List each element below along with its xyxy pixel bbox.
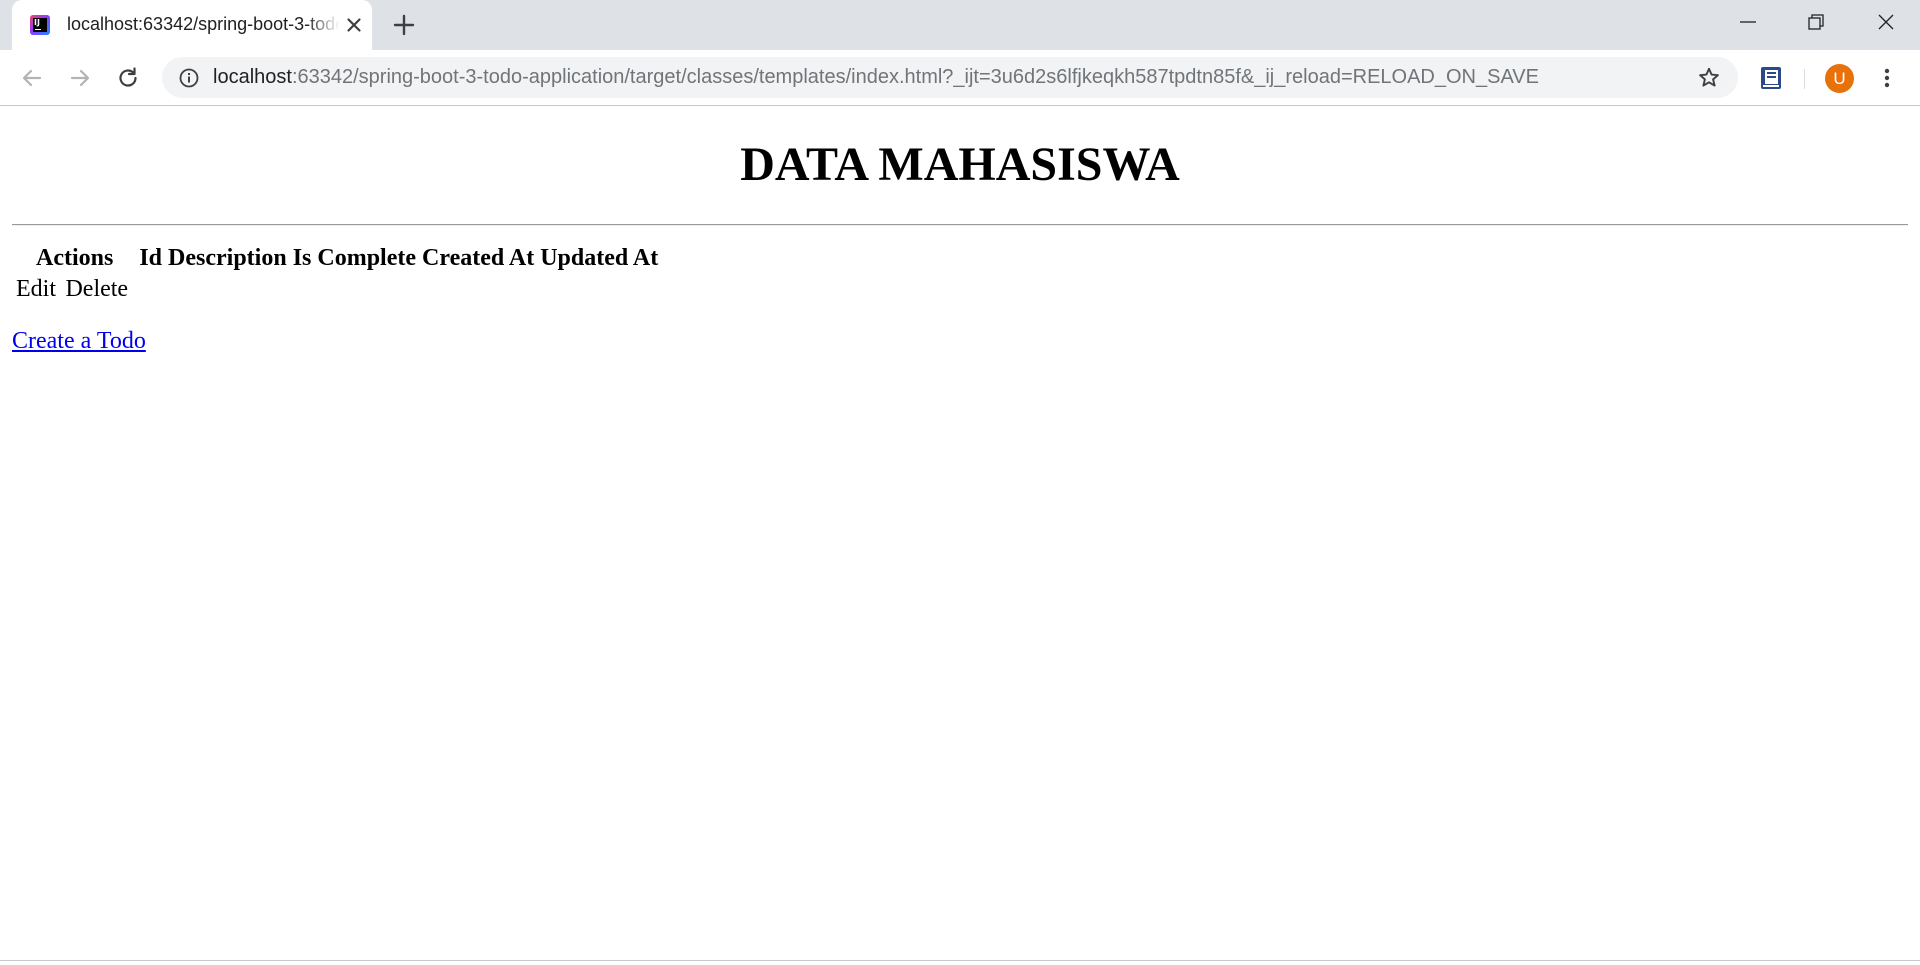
column-header-created-at: Created At bbox=[422, 245, 535, 271]
create-todo-link[interactable]: Create a Todo bbox=[12, 328, 146, 355]
window-bottom-edge bbox=[0, 960, 1920, 965]
created-at-cell bbox=[420, 275, 536, 304]
kebab-menu-icon[interactable] bbox=[1874, 65, 1900, 91]
column-header-actions: Actions bbox=[36, 245, 114, 271]
column-header-is-complete: Is Complete bbox=[292, 245, 417, 271]
browser-toolbar: localhost:63342/spring-boot-3-todo-appli… bbox=[0, 50, 1920, 106]
tab-title: localhost:63342/spring-boot-3-todo-appli… bbox=[67, 14, 339, 34]
forward-button[interactable] bbox=[66, 64, 94, 92]
id-cell bbox=[137, 275, 164, 304]
minimize-button[interactable] bbox=[1714, 0, 1782, 44]
table-row: Edit Delete bbox=[14, 275, 660, 304]
tab-strip: IJ localhost:63342/spring-boot-3-todo-ap… bbox=[0, 0, 1920, 50]
description-cell bbox=[166, 275, 289, 304]
url-text: localhost:63342/spring-boot-3-todo-appli… bbox=[213, 66, 1539, 89]
updated-at-cell bbox=[538, 275, 660, 304]
back-arrow-icon bbox=[22, 69, 42, 87]
todo-table: Actions Id Description Is Complete Creat… bbox=[12, 242, 662, 306]
toolbar-divider bbox=[1804, 69, 1805, 89]
address-bar[interactable]: localhost:63342/spring-boot-3-todo-appli… bbox=[162, 57, 1738, 98]
column-header-updated-at: Updated At bbox=[540, 245, 659, 271]
back-button[interactable] bbox=[18, 64, 46, 92]
reload-icon bbox=[119, 67, 137, 87]
url-path: :63342/spring-boot-3-todo-application/ta… bbox=[291, 66, 1539, 88]
delete-action[interactable]: Delete bbox=[63, 275, 135, 304]
browser-window: IJ localhost:63342/spring-boot-3-todo-ap… bbox=[0, 0, 1920, 965]
restore-icon bbox=[1808, 14, 1824, 30]
edit-action[interactable]: Edit bbox=[14, 275, 61, 304]
extension-book-icon[interactable] bbox=[1758, 65, 1784, 91]
close-tab-icon[interactable] bbox=[342, 13, 366, 37]
is-complete-cell bbox=[291, 275, 418, 304]
intellij-icon: IJ bbox=[30, 15, 50, 35]
page-title: DATA MAHASISWA bbox=[740, 138, 1180, 191]
site-info-icon[interactable] bbox=[178, 67, 200, 89]
column-header-id: Id bbox=[139, 245, 163, 271]
minimize-icon bbox=[1740, 21, 1756, 23]
close-window-button[interactable] bbox=[1852, 0, 1920, 44]
column-header-description: Description bbox=[168, 245, 287, 271]
close-icon bbox=[1878, 14, 1894, 30]
bookmark-star-icon[interactable] bbox=[1697, 66, 1721, 90]
forward-arrow-icon bbox=[70, 69, 90, 87]
page-viewport: DATA MAHASISWA Actions Id Description Is… bbox=[0, 106, 1920, 960]
browser-tab[interactable]: IJ localhost:63342/spring-boot-3-todo-ap… bbox=[12, 0, 372, 50]
restore-button[interactable] bbox=[1782, 0, 1850, 44]
table-header-row: Actions Id Description Is Complete Creat… bbox=[14, 244, 660, 273]
url-host: localhost bbox=[213, 66, 292, 88]
new-tab-plus-icon[interactable] bbox=[390, 11, 418, 39]
profile-avatar[interactable]: U bbox=[1825, 64, 1854, 93]
reload-button[interactable] bbox=[114, 64, 142, 92]
horizontal-rule bbox=[12, 224, 1908, 226]
